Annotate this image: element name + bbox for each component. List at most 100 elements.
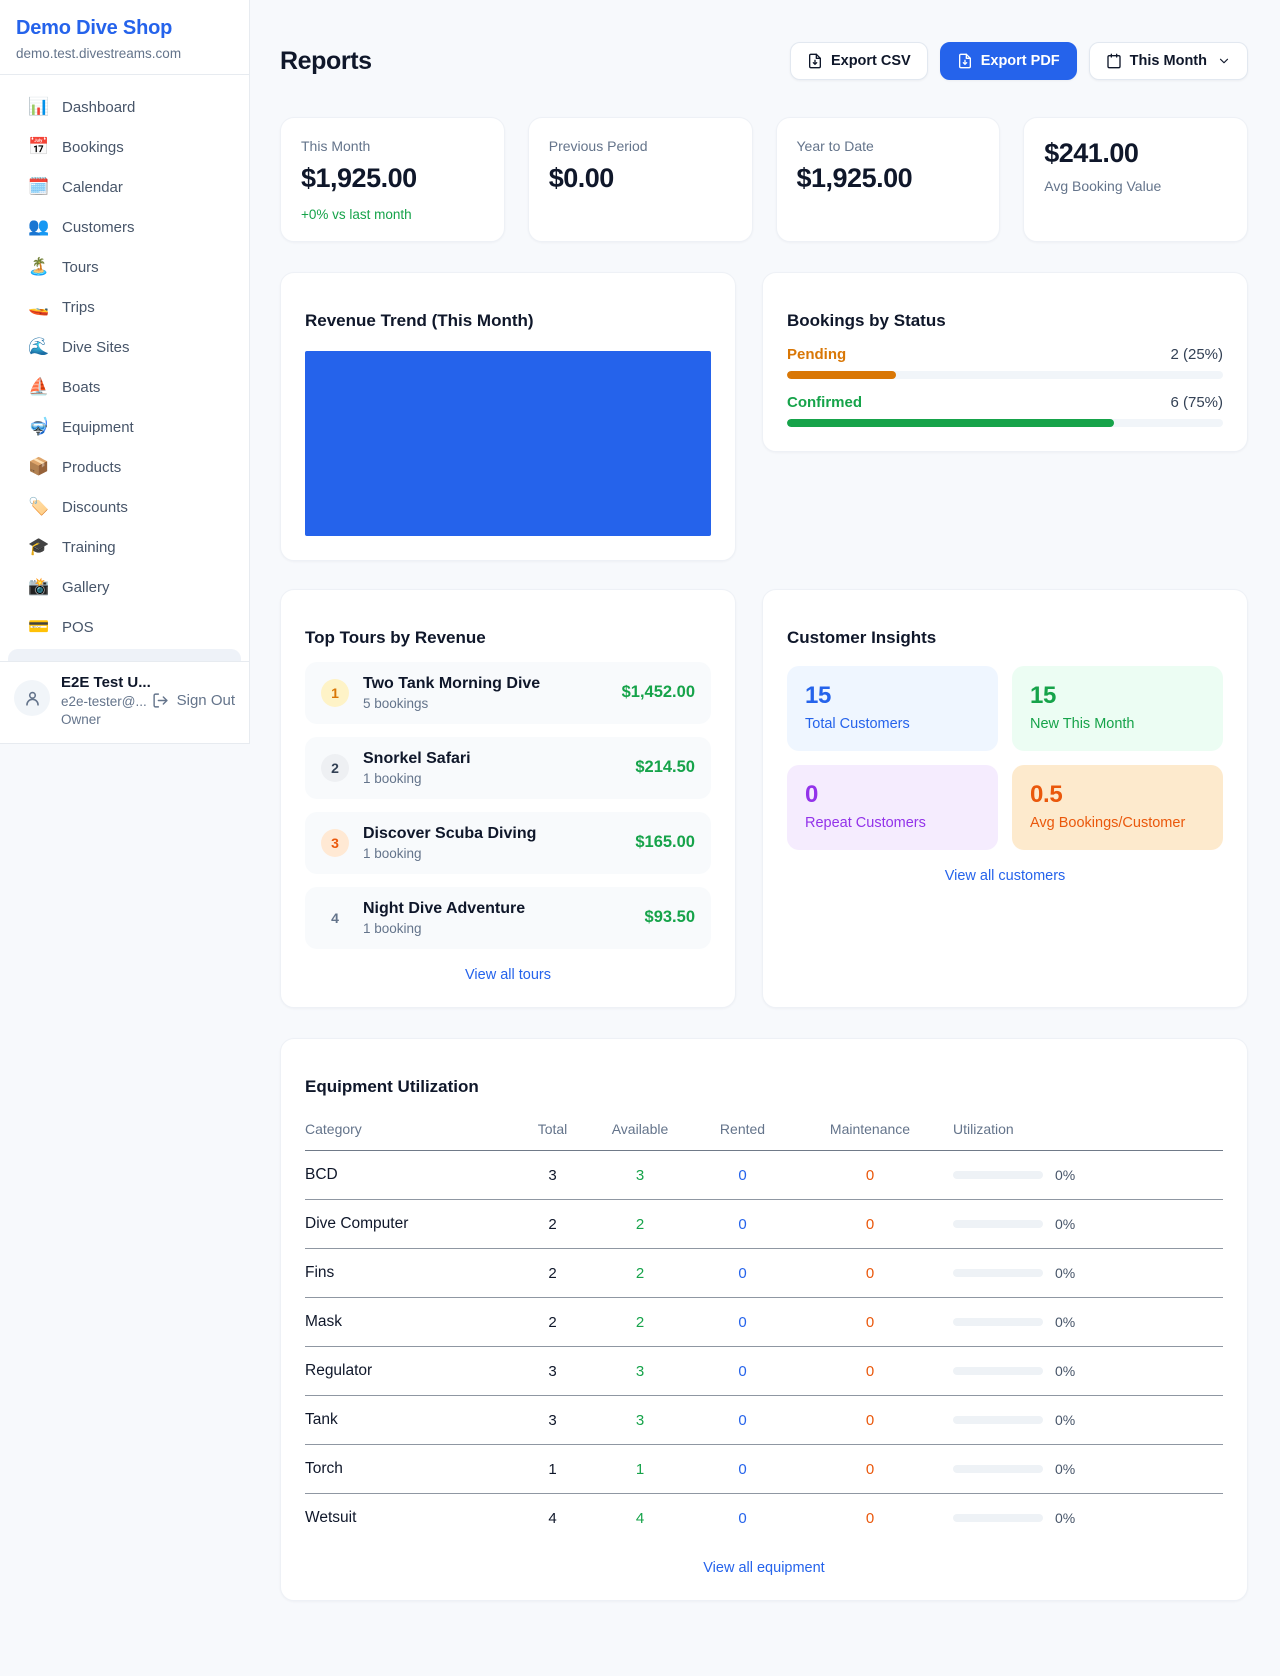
page-title: Reports: [280, 47, 372, 76]
equipment-total: 2: [515, 1249, 590, 1298]
status-bar-track: [787, 371, 1223, 379]
utilization-cell: 0%: [953, 1412, 1215, 1428]
stat-label: Previous Period: [549, 138, 732, 154]
tour-bookings: 1 booking: [363, 846, 621, 861]
insight-label: Total Customers: [805, 716, 980, 732]
sidebar-item-tours[interactable]: 🏝️ Tours: [8, 247, 241, 287]
status-row-head: Pending2 (25%): [787, 346, 1223, 363]
equipment-rented: 0: [690, 1249, 795, 1298]
status-value: 6 (75%): [1170, 394, 1223, 411]
tour-rank-badge: 4: [321, 904, 349, 932]
view-all-tours-link[interactable]: View all tours: [305, 967, 711, 983]
period-selector[interactable]: This Month: [1089, 42, 1248, 80]
utilization-bar-track: [953, 1318, 1043, 1326]
insight-tile-avg-bookings-customer: 0.5Avg Bookings/Customer: [1012, 765, 1223, 850]
equipment-maintenance: 0: [795, 1494, 945, 1543]
revenue-trend-chart: [305, 351, 711, 536]
gallery-icon: 📸: [28, 577, 48, 597]
sidebar-item-dashboard[interactable]: 📊Dashboard: [8, 87, 241, 127]
stat-card-year-to-date: Year to Date$1,925.00: [776, 117, 1001, 242]
equipment-maintenance: 0: [795, 1151, 945, 1200]
utilization-bar-track: [953, 1269, 1043, 1277]
status-row-pending: Pending2 (25%): [787, 346, 1223, 379]
equipment-icon: 🤿: [28, 417, 48, 437]
customer-insights-card: Customer Insights 15Total Customers15New…: [762, 589, 1248, 1008]
tour-row-snorkel-safari: 2Snorkel Safari1 booking$214.50: [305, 737, 711, 799]
equipment-category: Regulator: [305, 1347, 515, 1396]
sidebar-item-customers[interactable]: 👥Customers: [8, 207, 241, 247]
view-all-customers-link[interactable]: View all customers: [787, 868, 1223, 884]
equipment-rented: 0: [690, 1396, 795, 1445]
status-rows: Pending2 (25%)Confirmed6 (75%): [787, 346, 1223, 427]
export-pdf-button[interactable]: Export PDF: [940, 42, 1077, 80]
equipment-utilization: 0%: [945, 1249, 1223, 1298]
insight-value: 0.5: [1030, 781, 1205, 809]
sidebar-item-equipment[interactable]: 🤿Equipment: [8, 407, 241, 447]
view-all-equipment-link[interactable]: View all equipment: [305, 1560, 1223, 1576]
tour-info: Snorkel Safari 1 booking: [363, 750, 621, 786]
equipment-available: 3: [590, 1347, 690, 1396]
sidebar-item-training[interactable]: 🎓Training: [8, 527, 241, 567]
utilization-bar-track: [953, 1465, 1043, 1473]
bookings-by-status-title: Bookings by Status: [787, 311, 1223, 331]
sidebar-item-bookings[interactable]: 📅Bookings: [8, 127, 241, 167]
sidebar-item-gallery[interactable]: 📸Gallery: [8, 567, 241, 607]
equipment-total: 1: [515, 1445, 590, 1494]
equipment-row-torch: Torch11000%: [305, 1445, 1223, 1494]
sidebar-item-label: Boats: [62, 379, 100, 396]
lists-row: Top Tours by Revenue 1Two Tank Morning D…: [280, 589, 1248, 1008]
sidebar-item-products[interactable]: 📦 Products: [8, 447, 241, 487]
tour-rank-badge: 1: [321, 679, 349, 707]
sign-out-icon: [152, 692, 169, 709]
shop-domain: demo.test.divestreams.com: [16, 46, 233, 61]
utilization-cell: 0%: [953, 1461, 1215, 1477]
revenue-trend-title: Revenue Trend (This Month): [305, 311, 711, 331]
utilization-label: 0%: [1055, 1216, 1075, 1232]
user-role: Owner: [61, 712, 141, 727]
sign-out-button[interactable]: Sign Out: [152, 692, 235, 709]
sidebar-item-pos[interactable]: 💳POS: [8, 607, 241, 647]
dive-sites-icon: 🌊: [28, 337, 48, 357]
utilization-bar-track: [953, 1367, 1043, 1375]
sidebar-item-trips[interactable]: 🚤Trips: [8, 287, 241, 327]
stat-label: Year to Date: [797, 138, 980, 154]
sidebar-item-dive-sites[interactable]: 🌊Dive Sites: [8, 327, 241, 367]
training-icon: 🎓: [28, 537, 48, 557]
export-csv-button[interactable]: Export CSV: [790, 42, 928, 80]
utilization-bar-track: [953, 1171, 1043, 1179]
tour-name: Snorkel Safari: [363, 750, 621, 768]
products-icon: 📦: [28, 457, 48, 477]
equipment-rented: 0: [690, 1298, 795, 1347]
tour-bookings: 1 booking: [363, 771, 621, 786]
sidebar-item-calendar[interactable]: 🗓️Calendar: [8, 167, 241, 207]
customer-insights-title: Customer Insights: [787, 628, 1223, 648]
sidebar-item-label: Dashboard: [62, 99, 135, 116]
trips-icon: 🚤: [28, 297, 48, 317]
equipment-total: 3: [515, 1347, 590, 1396]
utilization-label: 0%: [1055, 1363, 1075, 1379]
stat-cards: This Month$1,925.00+0% vs last monthPrev…: [280, 117, 1248, 242]
period-label: This Month: [1130, 53, 1207, 69]
sidebar-item-boats[interactable]: ⛵ Boats: [8, 367, 241, 407]
insight-label: New This Month: [1030, 716, 1205, 732]
equipment-total: 3: [515, 1396, 590, 1445]
sidebar-item-label: Tours: [62, 259, 99, 276]
status-label: Pending: [787, 346, 846, 363]
sidebar-item-discounts[interactable]: 🏷️Discounts: [8, 487, 241, 527]
sidebar-item-label: Products: [62, 459, 121, 476]
equipment-rented: 0: [690, 1200, 795, 1249]
tour-bookings: 5 bookings: [363, 696, 608, 711]
equipment-col-utilization: Utilization: [945, 1111, 1223, 1151]
stat-card-avg-booking-value: $241.00Avg Booking Value: [1023, 117, 1248, 242]
boats-icon: ⛵: [28, 377, 48, 397]
equipment-category: Wetsuit: [305, 1494, 515, 1543]
equipment-total: 3: [515, 1151, 590, 1200]
top-tours-card: Top Tours by Revenue 1Two Tank Morning D…: [280, 589, 736, 1008]
utilization-cell: 0%: [953, 1265, 1215, 1281]
tours-icon: 🏝️: [28, 257, 48, 277]
tour-revenue: $214.50: [635, 758, 695, 777]
sign-out-label: Sign Out: [177, 692, 235, 709]
insight-value: 15: [805, 682, 980, 710]
equipment-utilization: 0%: [945, 1445, 1223, 1494]
equipment-utilization-title: Equipment Utilization: [305, 1077, 1223, 1097]
